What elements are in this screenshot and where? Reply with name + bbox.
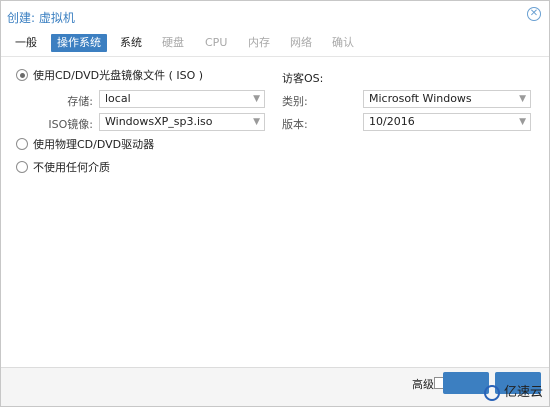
os-version-value: 10/2016: [369, 115, 415, 128]
watermark-text: 亿速云: [503, 385, 543, 400]
radio-physical[interactable]: [16, 138, 28, 150]
titlebar: 创建: 虚拟机 ✕: [1, 1, 549, 31]
back-button[interactable]: [443, 372, 489, 394]
chevron-down-icon: ▼: [253, 117, 260, 127]
tab-general[interactable]: 一般: [9, 34, 43, 52]
tab-divider: [1, 56, 549, 57]
iso-label: ISO镜像:: [48, 118, 93, 131]
tab-bar: 一般 操作系统 系统 硬盘 CPU 内存 网络 确认: [9, 34, 541, 52]
chevron-down-icon: ▼: [253, 94, 260, 104]
tab-network[interactable]: 网络: [284, 34, 318, 52]
radio-iso[interactable]: [16, 69, 28, 81]
watermark: 亿速云: [483, 384, 543, 402]
chevron-down-icon: ▼: [519, 117, 526, 127]
create-vm-dialog: 创建: 虚拟机 ✕ 一般 操作系统 系统 硬盘 CPU 内存 网络 确认 使用C…: [0, 0, 550, 407]
storage-select[interactable]: local ▼: [99, 90, 265, 108]
tab-confirm[interactable]: 确认: [326, 34, 360, 52]
tab-os[interactable]: 操作系统: [51, 34, 107, 52]
radio-physical-row[interactable]: 使用物理CD/DVD驱动器: [16, 137, 154, 153]
dialog-footer: 高级: [1, 367, 549, 406]
chevron-down-icon: ▼: [519, 94, 526, 104]
radio-physical-label: 使用物理CD/DVD驱动器: [33, 138, 155, 151]
os-version-select[interactable]: 10/2016 ▼: [363, 113, 531, 131]
os-type-label: 类别:: [282, 95, 308, 108]
tab-cpu[interactable]: CPU: [199, 34, 233, 52]
radio-none[interactable]: [16, 161, 28, 173]
close-icon[interactable]: ✕: [527, 7, 541, 21]
storage-label: 存储:: [67, 95, 93, 108]
iso-value: WindowsXP_sp3.iso: [105, 115, 213, 128]
advanced-label: 高级: [412, 378, 434, 391]
os-type-value: Microsoft Windows: [369, 92, 472, 105]
radio-none-row[interactable]: 不使用任何介质: [16, 160, 110, 176]
os-type-select[interactable]: Microsoft Windows ▼: [363, 90, 531, 108]
tab-system[interactable]: 系统: [114, 34, 148, 52]
radio-iso-row[interactable]: 使用CD/DVD光盘镜像文件 ( ISO ): [16, 68, 203, 84]
watermark-logo-icon: [483, 385, 500, 401]
radio-iso-label: 使用CD/DVD光盘镜像文件 ( ISO ): [33, 69, 204, 82]
os-version-label: 版本:: [282, 118, 308, 131]
storage-value: local: [105, 92, 131, 105]
tab-memory[interactable]: 内存: [242, 34, 276, 52]
tab-harddisk[interactable]: 硬盘: [156, 34, 190, 52]
guest-os-heading: 访客OS:: [282, 72, 324, 85]
dialog-title: 创建: 虚拟机: [7, 11, 75, 25]
radio-none-label: 不使用任何介质: [33, 161, 110, 174]
iso-select[interactable]: WindowsXP_sp3.iso ▼: [99, 113, 265, 131]
